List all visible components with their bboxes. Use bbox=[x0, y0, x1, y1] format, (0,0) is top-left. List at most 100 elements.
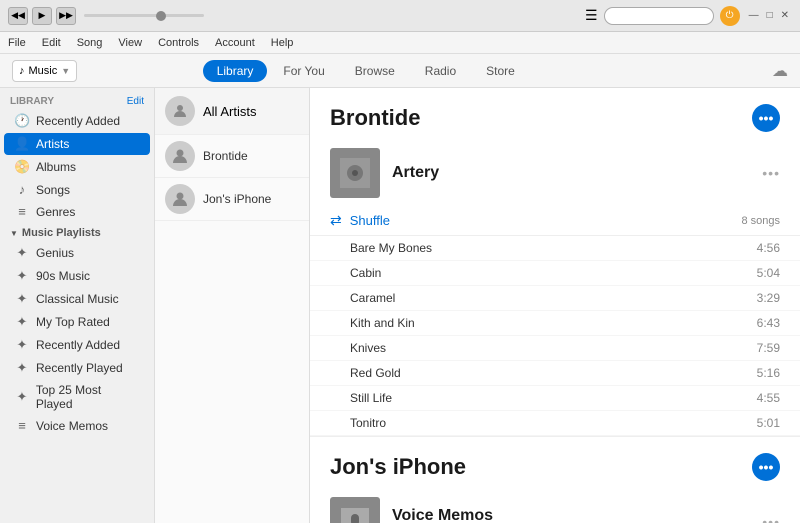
list-view-icon[interactable]: ☰ bbox=[585, 7, 598, 24]
genius-icon: ✦ bbox=[14, 245, 30, 261]
menu-file[interactable]: File bbox=[8, 37, 26, 49]
progress-bar[interactable] bbox=[84, 14, 204, 17]
sidebar-item-songs[interactable]: ♪ Songs bbox=[4, 179, 150, 200]
song-row-1[interactable]: Cabin 5:04 bbox=[310, 261, 800, 286]
menu-view[interactable]: View bbox=[118, 37, 142, 49]
sidebar-item-recently-played[interactable]: ✦ Recently Played bbox=[4, 357, 150, 379]
genres-icon: ≡ bbox=[14, 204, 30, 219]
toggle-arrow: ▼ bbox=[10, 229, 18, 238]
sidebar-item-label: Recently Added bbox=[36, 114, 120, 128]
menu-song[interactable]: Song bbox=[77, 37, 103, 49]
song-duration-1: 5:04 bbox=[757, 266, 780, 280]
song-name-3: Kith and Kin bbox=[350, 316, 757, 330]
song-duration-6: 4:55 bbox=[757, 391, 780, 405]
forward-button[interactable]: ▶▶ bbox=[56, 7, 76, 25]
jons-iphone-section-header: Jon's iPhone ••• bbox=[310, 437, 800, 489]
tab-radio[interactable]: Radio bbox=[411, 60, 470, 82]
voice-memos-title: Voice Memos bbox=[392, 507, 750, 523]
window-controls: — □ ✕ bbox=[746, 10, 792, 21]
artery-album-art bbox=[330, 148, 380, 198]
tab-library[interactable]: Library bbox=[203, 60, 268, 82]
song-row-4[interactable]: Knives 7:59 bbox=[310, 336, 800, 361]
library-label: Library bbox=[10, 96, 54, 107]
nav-bar: ♪ Music ▼ Library For You Browse Radio S… bbox=[0, 54, 800, 88]
song-name-0: Bare My Bones bbox=[350, 241, 757, 255]
close-button[interactable]: ✕ bbox=[778, 10, 792, 21]
song-name-4: Knives bbox=[350, 341, 757, 355]
artery-album-row: Artery ••• bbox=[310, 140, 800, 206]
song-duration-3: 6:43 bbox=[757, 316, 780, 330]
sidebar-item-label: Recently Played bbox=[36, 361, 123, 375]
sidebar-item-label: Classical Music bbox=[36, 292, 119, 306]
tab-foryou[interactable]: For You bbox=[269, 60, 338, 82]
sidebar-item-my-top-rated[interactable]: ✦ My Top Rated bbox=[4, 311, 150, 333]
menu-edit[interactable]: Edit bbox=[42, 37, 61, 49]
song-name-6: Still Life bbox=[350, 391, 757, 405]
jons-iphone-more-button[interactable]: ••• bbox=[752, 453, 780, 481]
content-area: Brontide ••• Artery ••• ⇄ Shuffle 8 song… bbox=[310, 88, 800, 523]
restore-button[interactable]: □ bbox=[764, 10, 776, 21]
song-name-1: Cabin bbox=[350, 266, 757, 280]
artist-brontide[interactable]: Brontide bbox=[155, 135, 309, 178]
brontide-title: Brontide bbox=[330, 105, 420, 131]
source-selector[interactable]: ♪ Music ▼ bbox=[12, 60, 77, 82]
song-row-3[interactable]: Kith and Kin 6:43 bbox=[310, 311, 800, 336]
sidebar-item-classical-music[interactable]: ✦ Classical Music bbox=[4, 288, 150, 310]
song-duration-0: 4:56 bbox=[757, 241, 780, 255]
song-row-6[interactable]: Still Life 4:55 bbox=[310, 386, 800, 411]
sidebar-item-artists[interactable]: 👤 Artists bbox=[4, 133, 150, 155]
back-button[interactable]: ◀◀ bbox=[8, 7, 28, 25]
song-name-2: Caramel bbox=[350, 291, 757, 305]
all-artists-item[interactable]: All Artists bbox=[155, 88, 309, 135]
playlists-toggle[interactable]: ▼ Music Playlists bbox=[0, 223, 154, 241]
search-input[interactable] bbox=[604, 7, 714, 25]
brontide-avatar bbox=[165, 141, 195, 171]
song-row-2[interactable]: Caramel 3:29 bbox=[310, 286, 800, 311]
song-row-7[interactable]: Tonitro 5:01 bbox=[310, 411, 800, 436]
albums-icon: 📀 bbox=[14, 159, 30, 175]
menu-bar: File Edit Song View Controls Account Hel… bbox=[0, 32, 800, 54]
brontide-more-button[interactable]: ••• bbox=[752, 104, 780, 132]
jons-iphone-title: Jon's iPhone bbox=[330, 454, 466, 480]
sidebar-item-genius[interactable]: ✦ Genius bbox=[4, 242, 150, 264]
sidebar-item-albums[interactable]: 📀 Albums bbox=[4, 156, 150, 178]
minimize-button[interactable]: — bbox=[746, 10, 762, 21]
sidebar-item-label: Songs bbox=[36, 183, 70, 197]
title-bar: ◀◀ ▶ ▶▶ ☰ ⏻ — □ ✕ bbox=[0, 0, 800, 32]
song-duration-4: 7:59 bbox=[757, 341, 780, 355]
menu-account[interactable]: Account bbox=[215, 37, 255, 49]
icloud-icon[interactable]: ☁ bbox=[772, 61, 788, 81]
artist-jons-iphone[interactable]: Jon's iPhone bbox=[155, 178, 309, 221]
progress-thumb[interactable] bbox=[156, 11, 166, 21]
song-count: 8 songs bbox=[741, 215, 780, 227]
sidebar-item-voice-memos[interactable]: ≡ Voice Memos bbox=[4, 415, 150, 436]
song-row-0[interactable]: Bare My Bones 4:56 bbox=[310, 236, 800, 261]
sidebar-item-recently-added[interactable]: 🕐 Recently Added bbox=[4, 110, 150, 132]
sidebar-item-recently-added-pl[interactable]: ✦ Recently Added bbox=[4, 334, 150, 356]
artists-icon: 👤 bbox=[14, 136, 30, 152]
artery-more-button[interactable]: ••• bbox=[762, 165, 780, 181]
all-artists-icon bbox=[165, 96, 195, 126]
top-25-icon: ✦ bbox=[14, 389, 30, 405]
artery-album-info: Artery bbox=[392, 164, 750, 182]
sidebar-item-90s-music[interactable]: ✦ 90s Music bbox=[4, 265, 150, 287]
tab-browse[interactable]: Browse bbox=[341, 60, 409, 82]
shuffle-button[interactable]: Shuffle bbox=[350, 213, 390, 228]
play-button[interactable]: ▶ bbox=[32, 7, 52, 25]
recently-added-icon: 🕐 bbox=[14, 113, 30, 129]
playback-controls: ◀◀ ▶ ▶▶ bbox=[8, 7, 76, 25]
edit-button[interactable]: Edit bbox=[127, 96, 144, 107]
song-row-5[interactable]: Red Gold 5:16 bbox=[310, 361, 800, 386]
sidebar-item-label: My Top Rated bbox=[36, 315, 110, 329]
sidebar-item-top-25[interactable]: ✦ Top 25 Most Played bbox=[4, 380, 150, 414]
title-bar-right: ☰ ⏻ — □ ✕ bbox=[585, 6, 792, 26]
menu-help[interactable]: Help bbox=[271, 37, 294, 49]
playlists-label: Music Playlists bbox=[22, 227, 101, 239]
power-button[interactable]: ⏻ bbox=[720, 6, 740, 26]
sidebar-item-genres[interactable]: ≡ Genres bbox=[4, 201, 150, 222]
menu-controls[interactable]: Controls bbox=[158, 37, 199, 49]
voice-memos-more-button[interactable]: ••• bbox=[762, 514, 780, 523]
tab-store[interactable]: Store bbox=[472, 60, 529, 82]
song-name-5: Red Gold bbox=[350, 366, 757, 380]
recently-played-icon: ✦ bbox=[14, 360, 30, 376]
